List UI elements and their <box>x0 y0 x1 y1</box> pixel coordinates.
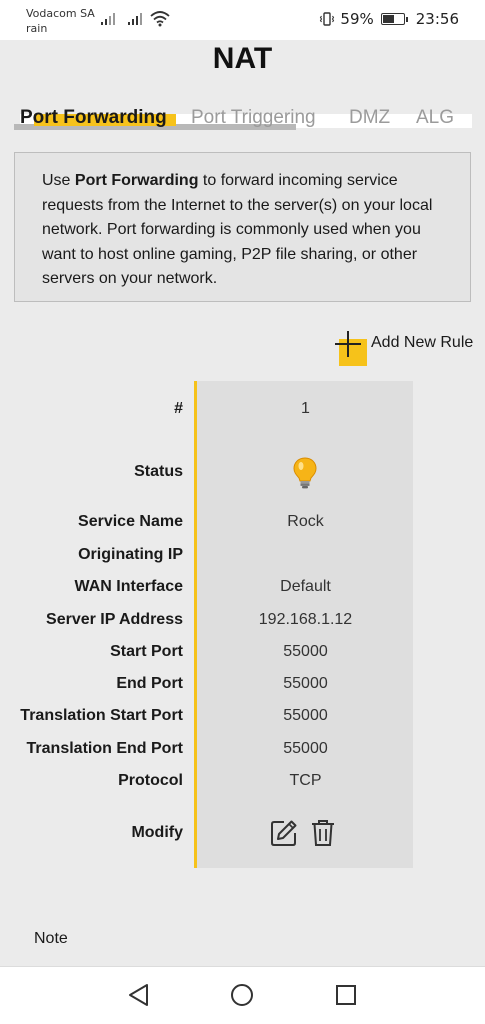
value-start-port: 55000 <box>283 643 328 660</box>
tab-bar: Port Forwarding Port Triggering DMZ ALG <box>14 104 474 130</box>
value-protocol: TCP <box>289 772 322 789</box>
carrier-name: Vodacom SA <box>26 7 95 20</box>
add-new-rule-label: Add New Rule <box>371 334 474 351</box>
plus-icon <box>335 331 361 357</box>
tab-dmz[interactable]: DMZ <box>349 106 390 130</box>
trash-icon[interactable] <box>311 819 335 847</box>
value-index: 1 <box>301 400 310 417</box>
battery-icon <box>380 13 408 25</box>
label-translation-start-port: Translation Start Port <box>20 707 183 724</box>
back-icon[interactable] <box>126 982 152 1008</box>
clock: 23:56 <box>415 10 459 28</box>
value-end-port: 55000 <box>283 675 328 692</box>
signal-strength-icon <box>101 13 115 25</box>
value-service-name: Rock <box>287 513 324 530</box>
info-line-3: network. Port forwarding is commonly use… <box>42 221 421 238</box>
label-end-port: End Port <box>116 675 183 692</box>
vibrate-icon <box>320 12 335 26</box>
info-highlight: Port Forwarding <box>74 172 199 189</box>
label-translation-end-port: Translation End Port <box>26 740 183 757</box>
tab-port-forwarding[interactable]: Port Forwarding <box>20 106 167 130</box>
info-line-5: servers on your network. <box>42 270 218 287</box>
label-wan-interface: WAN Interface <box>74 578 183 595</box>
info-line-4: want to host online gaming, P2P file sha… <box>42 245 418 263</box>
value-translation-end-port: 55000 <box>283 740 328 757</box>
value-server-ip: 192.168.1.12 <box>258 611 353 628</box>
battery-level <box>382 15 394 23</box>
carrier-name-secondary: rain <box>26 22 48 35</box>
value-wan-interface: Default <box>280 578 331 595</box>
tab-alg[interactable]: ALG <box>416 106 454 130</box>
home-icon[interactable] <box>229 982 255 1008</box>
info-text: Use <box>42 172 75 189</box>
label-originating-ip: Originating IP <box>78 546 183 563</box>
label-start-port: Start Port <box>110 643 183 660</box>
label-index: # <box>174 400 183 417</box>
battery-percent: 59% <box>340 10 374 28</box>
edit-icon[interactable] <box>270 819 298 847</box>
note-heading: Note <box>34 930 68 947</box>
status-right: 59% 23:56 <box>319 10 459 28</box>
recent-apps-icon[interactable] <box>333 982 359 1008</box>
page-title: NAT <box>212 42 273 75</box>
label-server-ip: Server IP Address <box>46 611 183 628</box>
info-box: Use Port Forwarding to forward incoming … <box>14 152 471 302</box>
label-service-name: Service Name <box>78 513 183 530</box>
system-nav-bar <box>0 966 485 1024</box>
signal-strength-icon <box>128 13 142 25</box>
carrier-info: Vodacom SA rain <box>26 6 95 36</box>
lightbulb-on-icon[interactable] <box>292 456 318 490</box>
label-modify: Modify <box>131 824 183 841</box>
label-status: Status <box>134 463 183 480</box>
label-protocol: Protocol <box>118 772 183 789</box>
tab-port-triggering[interactable]: Port Triggering <box>191 106 316 130</box>
wifi-icon <box>150 11 170 27</box>
value-translation-start-port: 55000 <box>283 707 328 724</box>
info-text: to forward incoming service <box>198 172 398 189</box>
status-bar: Vodacom SA rain 59% 23:56 <box>0 0 485 40</box>
info-line-2: requests from the Internet to the server… <box>42 196 433 214</box>
add-new-rule-button[interactable]: Add New Rule <box>334 330 479 366</box>
info-line-1: Use Port Forwarding to forward incoming … <box>42 169 450 194</box>
